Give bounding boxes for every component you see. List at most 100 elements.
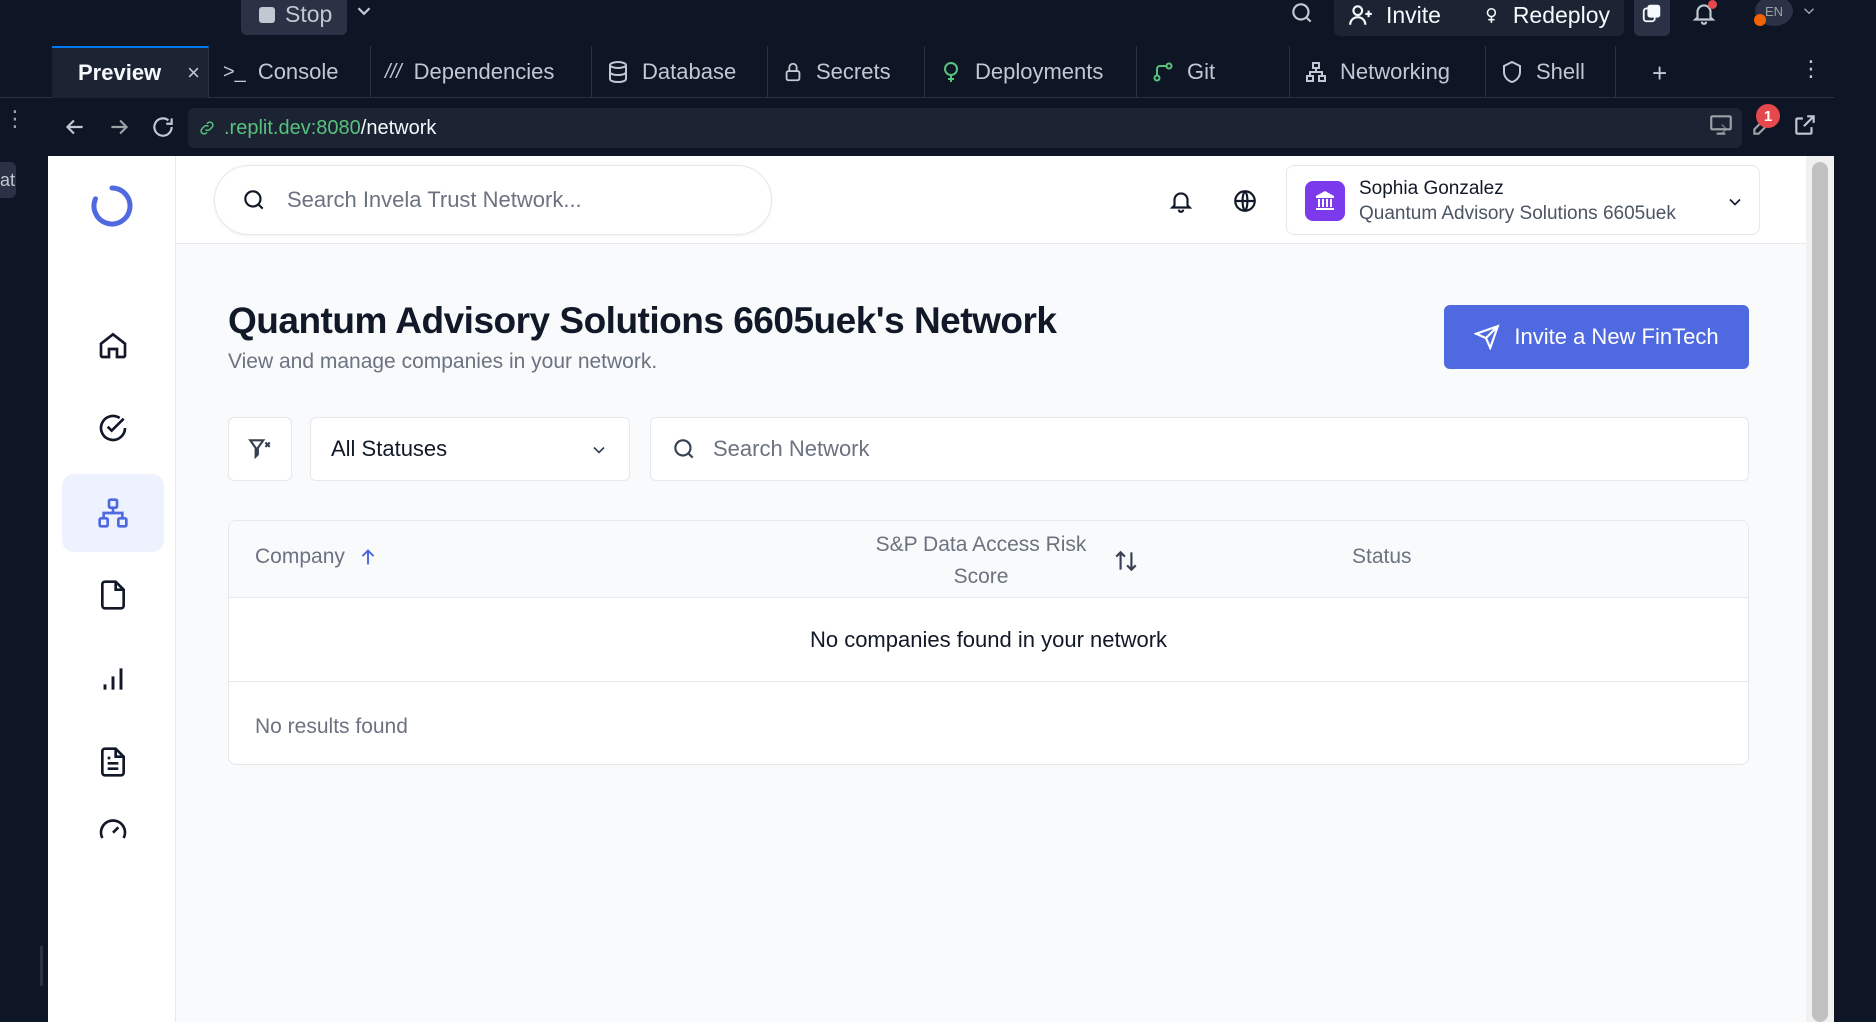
add-user-icon <box>1349 5 1372 25</box>
url-host: .replit.dev:8080 <box>224 116 361 139</box>
bar-chart-icon <box>103 668 123 690</box>
global-search-input[interactable]: Search Invela Trust Network... <box>214 165 772 235</box>
sidebar-item-home[interactable] <box>62 306 164 384</box>
close-icon[interactable]: × <box>187 60 200 86</box>
url-bar: .replit.dev:8080/network <box>48 98 1834 156</box>
replit-tabbar: Preview × >_ Console /// Dependencies Da… <box>0 46 1834 98</box>
avatar <box>1305 181 1345 221</box>
filter-x-icon <box>248 439 271 460</box>
forward-arrow-icon[interactable] <box>106 114 132 140</box>
rail-tab[interactable]: at <box>0 162 16 198</box>
more-icon[interactable]: ⋮ <box>1800 56 1822 82</box>
status-filter-select[interactable]: All Statuses <box>310 417 630 481</box>
page-subtitle: View and manage companies in your networ… <box>228 350 658 373</box>
stop-label: Stop <box>285 1 333 27</box>
preview-viewport: Search Invela Trust Network... Sophia Go… <box>48 156 1834 1022</box>
search-icon[interactable] <box>1288 0 1316 26</box>
sort-icon <box>1115 550 1137 572</box>
check-circle-icon <box>99 414 127 442</box>
network-table: Company S&P Data Access Risk Score Statu… <box>228 520 1749 765</box>
app-sidebar <box>48 156 176 1022</box>
chevron-down-icon[interactable] <box>353 0 375 22</box>
invite-label: Invite <box>1386 1 1441 28</box>
redeploy-button[interactable]: Redeploy <box>1468 0 1624 36</box>
user-menu[interactable]: Sophia Gonzalez Quantum Advisory Solutio… <box>1286 165 1760 235</box>
sidebar-item-insights[interactable] <box>62 640 164 718</box>
shell-icon <box>1503 60 1521 84</box>
column-header-status[interactable]: Status <box>1352 545 1412 569</box>
redeploy-icon <box>1486 7 1497 23</box>
column-header-company[interactable]: Company <box>255 545 379 569</box>
copy-button[interactable] <box>1634 0 1670 36</box>
invite-button[interactable]: Invite <box>1334 0 1476 36</box>
tab-deployments[interactable]: Deployments <box>925 46 1137 98</box>
page-title: Quantum Advisory Solutions 6605uek's Net… <box>228 300 1057 341</box>
add-tab-icon[interactable]: + <box>1652 58 1667 89</box>
terminal-icon: >_ <box>223 60 246 83</box>
user-name: Sophia Gonzalez <box>1359 178 1504 199</box>
sidebar-item-dashboard[interactable] <box>62 804 164 864</box>
url-path: /network <box>360 116 437 139</box>
tab-label: Git <box>1187 59 1216 84</box>
link-icon <box>200 121 214 135</box>
globe-icon[interactable] <box>1232 188 1258 214</box>
lock-icon <box>785 62 801 82</box>
notification-dot <box>1708 0 1717 9</box>
sidebar-item-files[interactable] <box>62 556 164 634</box>
url-input[interactable]: .replit.dev:8080/network <box>188 108 1742 148</box>
sidebar-item-documents[interactable] <box>62 723 164 801</box>
copy-icon <box>1642 4 1661 23</box>
search-icon <box>674 439 694 459</box>
stop-icon <box>259 6 275 23</box>
sidebar-item-tasks[interactable] <box>62 389 164 467</box>
reload-icon[interactable] <box>150 114 176 140</box>
user-organization: Quantum Advisory Solutions 6605uek <box>1359 203 1676 224</box>
tab-dependencies[interactable]: /// Dependencies <box>371 46 592 98</box>
tab-label: Shell <box>1536 59 1585 84</box>
network-search-input[interactable]: Search Network <box>650 417 1749 481</box>
tab-label: Preview <box>78 60 162 85</box>
table-header: Company S&P Data Access Risk Score Statu… <box>229 521 1748 598</box>
tab-preview[interactable]: Preview × <box>52 46 209 98</box>
column-header-risk-score[interactable]: S&P Data Access Risk Score <box>861 529 1161 593</box>
back-arrow-icon[interactable] <box>62 114 88 140</box>
tab-label: Console <box>257 59 339 84</box>
invite-fintech-button[interactable]: Invite a New FinTech <box>1444 305 1749 369</box>
document-icon <box>101 747 125 777</box>
tab-label: Deployments <box>975 59 1104 84</box>
logo-icon[interactable] <box>90 184 134 228</box>
no-results-text: No results found <box>255 715 408 738</box>
empty-message: No companies found in your network <box>809 626 1168 652</box>
tab-shell[interactable]: Shell <box>1486 46 1616 98</box>
tab-label: Database <box>642 59 737 84</box>
bell-icon[interactable] <box>1168 188 1194 214</box>
chevron-down-icon[interactable] <box>1800 2 1818 20</box>
tab-secrets[interactable]: Secrets <box>768 46 925 98</box>
gauge-icon <box>99 819 127 839</box>
open-external-icon[interactable] <box>1792 112 1818 138</box>
scrollbar-thumb[interactable] <box>1812 162 1828 1022</box>
dependencies-icon: /// <box>385 60 402 83</box>
devices-icon[interactable] <box>1708 112 1734 138</box>
bank-icon <box>1316 191 1334 210</box>
app-header: Search Invela Trust Network... Sophia Go… <box>176 156 1806 244</box>
stop-button[interactable]: Stop <box>241 0 347 35</box>
redeploy-label: Redeploy <box>1512 1 1610 28</box>
more-icon[interactable]: ⋮ <box>4 106 26 132</box>
tab-git[interactable]: Git <box>1137 46 1290 98</box>
rail-resize-handle[interactable] <box>40 946 43 986</box>
clear-filters-button[interactable] <box>228 417 292 481</box>
table-empty-row: No companies found in your network <box>229 598 1748 682</box>
status-filter-value: All Statuses <box>331 436 448 461</box>
invite-fintech-label: Invite a New FinTech <box>1514 324 1719 349</box>
sidebar-item-network[interactable] <box>62 474 164 552</box>
tab-networking[interactable]: Networking <box>1290 46 1486 98</box>
tab-console[interactable]: >_ Console <box>209 46 371 98</box>
replit-topbar: Stop Invite Redeploy EN <box>0 0 1876 46</box>
search-icon <box>244 190 264 210</box>
avatar-badge-icon <box>1754 14 1766 26</box>
file-icon <box>101 580 125 610</box>
tab-database[interactable]: Database <box>592 46 768 98</box>
replit-left-rail: ⋮ at <box>0 46 44 1022</box>
scrollbar[interactable] <box>1806 156 1834 1022</box>
